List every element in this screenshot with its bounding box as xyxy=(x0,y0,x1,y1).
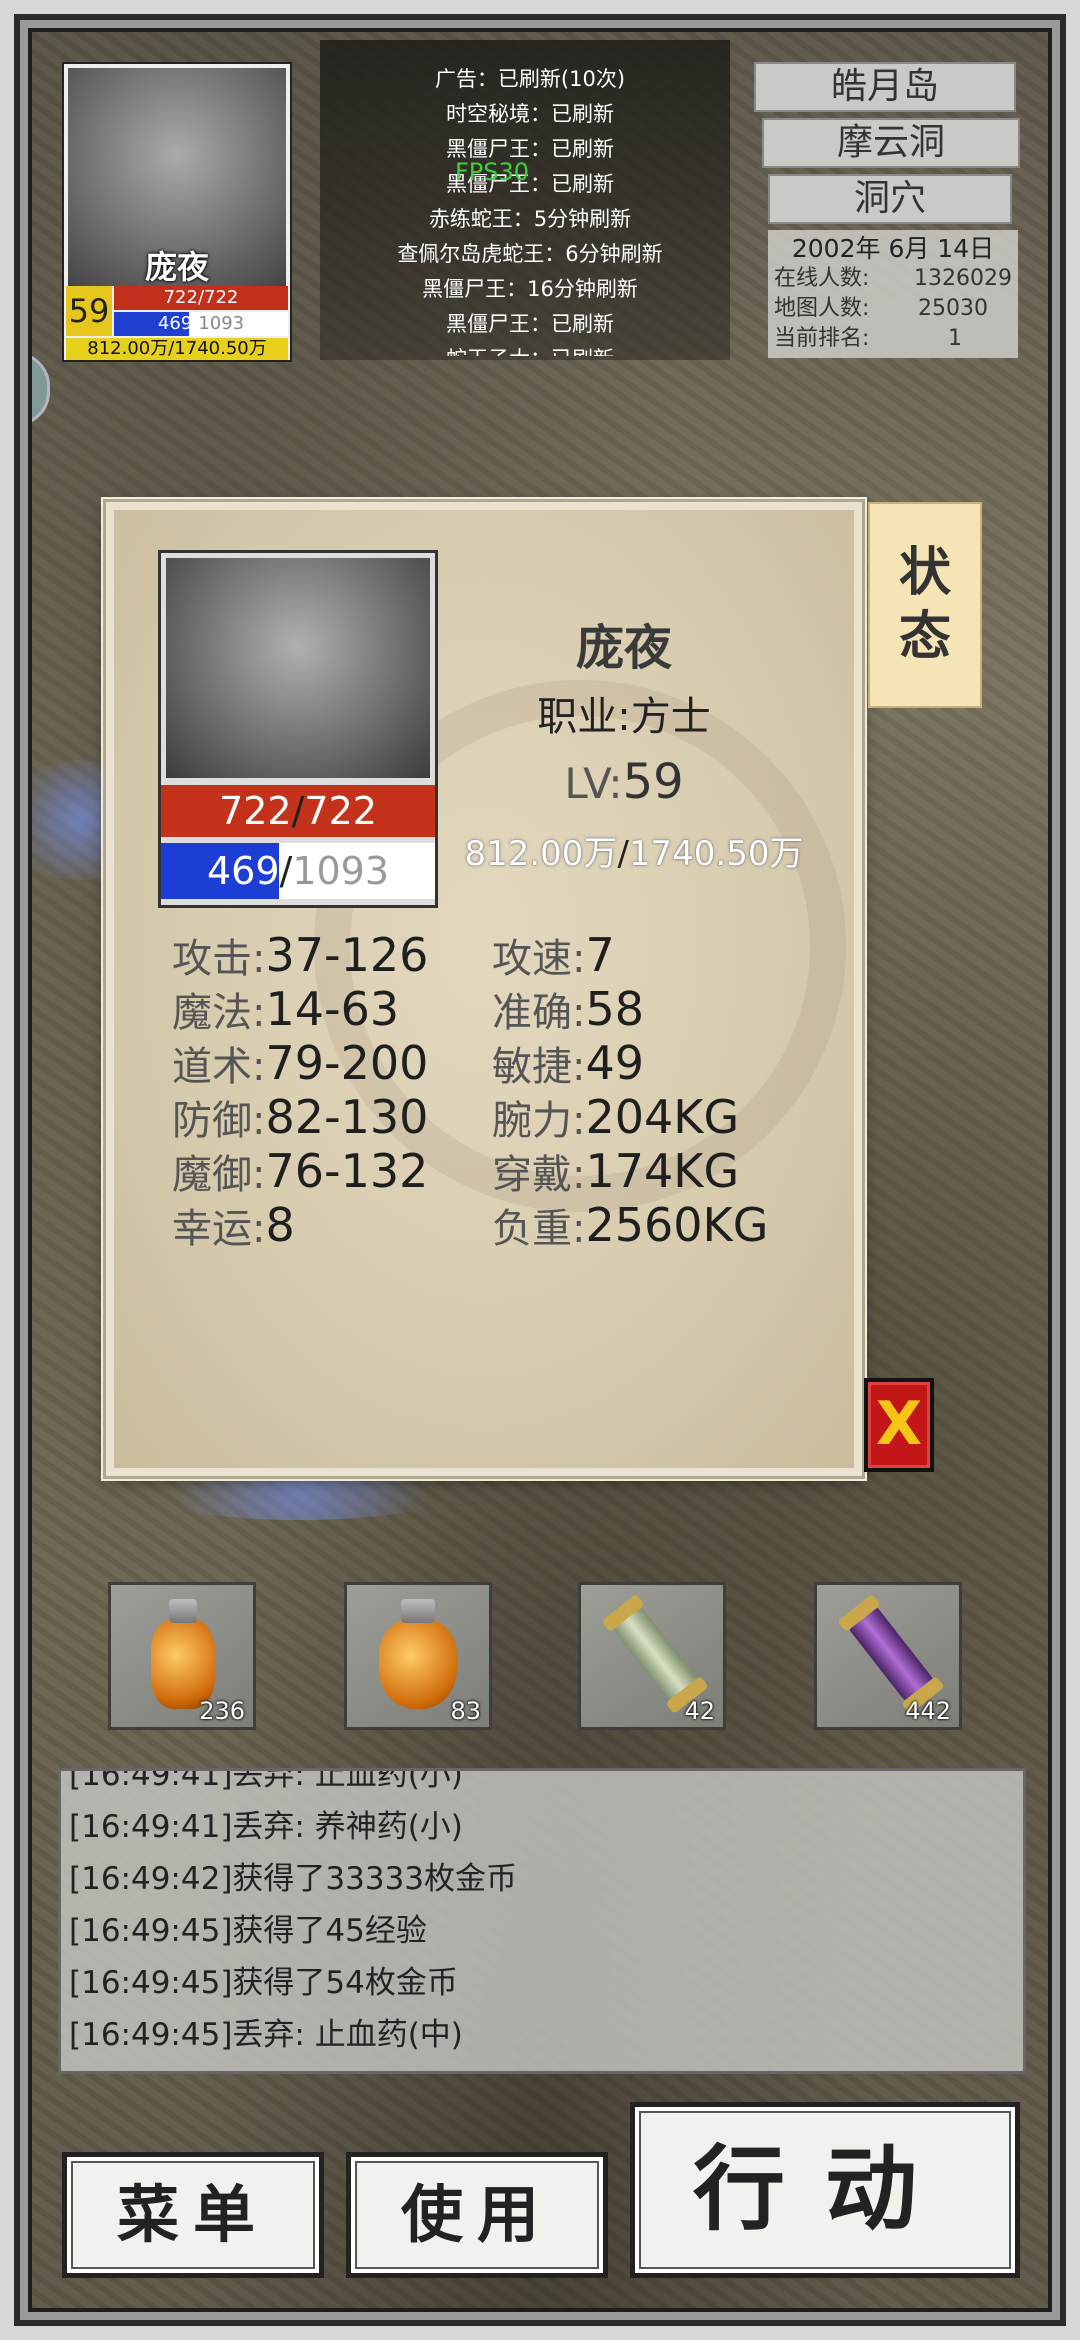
exp-max: 1740.50万 xyxy=(628,834,804,874)
log-line: [16:49:45]获得了54枚金币 xyxy=(69,1965,458,2001)
mp-bar: 469/1093 xyxy=(161,843,435,899)
online-value: 1326029 xyxy=(914,266,1012,291)
stat-row: 魔御: 76-132 穿戴: 174KG xyxy=(172,1144,812,1198)
item-slot[interactable]: 83 xyxy=(344,1582,492,1730)
stat-row: 道术: 79-200 敏捷: 49 xyxy=(172,1036,812,1090)
news-line: 黑僵尸王：已刷新 xyxy=(446,172,614,196)
online-label: 在线人数: xyxy=(774,266,870,291)
log-line: [16:49:41]丢弃: 止血药(小) xyxy=(69,1768,463,1793)
close-button[interactable]: X xyxy=(864,1378,934,1472)
stat-luck: 幸运: 8 xyxy=(172,1198,295,1252)
stat-magic-defense: 魔御: 76-132 xyxy=(172,1144,429,1198)
stat-attack-speed: 攻速: 7 xyxy=(492,928,615,982)
news-line: 广告：已刷新(10次) xyxy=(434,67,626,91)
item-count: 236 xyxy=(199,1697,245,1725)
server-info: 2002年 6月 14日 在线人数: 1326029 地图人数: 25030 当前排… xyxy=(768,230,1018,358)
news-line: 赤练蛇王：5分钟刷新 xyxy=(428,207,632,231)
log-line: [16:49:42]获得了33333枚金币 xyxy=(69,1861,518,1897)
message-log[interactable]: [16:49:41]丢弃: 止血药(小) [16:49:41]丢弃: 养神药(小… xyxy=(58,1768,1026,2074)
player-name: 庞夜 xyxy=(144,248,209,286)
action-button[interactable]: 行动 xyxy=(630,2102,1020,2278)
log-line: [16:49:41]丢弃: 养神药(小) xyxy=(69,1809,463,1845)
player-mp-bar: 469/1093 xyxy=(114,312,288,336)
character-level: LV:59 xyxy=(474,754,774,810)
tab-status-char: 状 xyxy=(898,543,951,603)
purple-scroll-icon xyxy=(842,1599,940,1709)
character-job: 职业:方士 xyxy=(537,694,711,740)
level-value: 59 xyxy=(622,754,684,810)
item-slot[interactable]: 442 xyxy=(814,1582,962,1730)
stat-row: 魔法: 14-63 准确: 58 xyxy=(172,982,812,1036)
item-slot[interactable]: 236 xyxy=(108,1582,256,1730)
large-potion-icon xyxy=(379,1599,457,1709)
log-line: [16:49:45]丢弃: 止血药(中) xyxy=(69,2017,463,2053)
green-scroll-icon xyxy=(606,1599,704,1709)
item-count: 42 xyxy=(684,1697,715,1725)
player-exp-bar: 812.00万/1740.50万 xyxy=(66,338,288,360)
exp-current: 812.00万 xyxy=(464,834,618,874)
player-mini-card[interactable]: 庞夜 59 722/722 469/1093 812.00万/1740.50万 xyxy=(62,62,292,362)
area-button[interactable]: 摩云洞 xyxy=(762,118,1020,168)
rank-value: 1 xyxy=(948,326,962,351)
stat-wrist-strength: 腕力: 204KG xyxy=(492,1090,740,1144)
stats-grid: 攻击: 37-126 攻速: 7 魔法: 14-63 准确: 58 道术: 79-200 … xyxy=(172,928,812,1252)
stat-taoism: 道术: 79-200 xyxy=(172,1036,429,1090)
level-label: LV: xyxy=(564,759,623,808)
stat-row: 攻击: 37-126 攻速: 7 xyxy=(172,928,812,982)
game-date: 2002年 6月 14日 xyxy=(791,234,995,263)
rank-label: 当前排名: xyxy=(774,326,870,351)
stat-defense: 防御: 82-130 xyxy=(172,1090,429,1144)
player-hp-bar: 722/722 xyxy=(114,286,288,310)
fps-counter: FPS30 xyxy=(455,158,530,186)
hp-bar: 722/722 xyxy=(161,785,435,837)
news-line: 黑僵尸王：已刷新 xyxy=(446,137,614,161)
character-portrait xyxy=(166,558,430,778)
stat-agility: 敏捷: 49 xyxy=(492,1036,645,1090)
map-label: 地图人数: xyxy=(774,296,870,321)
status-panel: 722/722 469/1093 庞夜 职业:方士 LV:59 812.00万/… xyxy=(106,502,862,1476)
stat-attack: 攻击: 37-126 xyxy=(172,928,429,982)
boss-refresh-news: 广告：已刷新(10次) 时空秘境：已刷新 黑僵尸王：已刷新 黑僵尸王：已刷新 赤… xyxy=(340,62,720,356)
item-count: 83 xyxy=(450,1697,481,1725)
stat-bag-weight: 负重: 2560KG xyxy=(492,1198,769,1252)
subarea-button[interactable]: 洞穴 xyxy=(768,174,1012,224)
hp-current: 722 xyxy=(219,789,292,833)
tab-status[interactable]: 状 态 xyxy=(868,502,982,708)
news-line: 蛇王子大：已刷新 xyxy=(340,342,720,356)
news-line: 查佩尔岛虎蛇王：6分钟刷新 xyxy=(397,242,663,266)
news-line: 黑僵尸王：已刷新 xyxy=(446,312,614,336)
mp-current: 469 xyxy=(206,849,280,893)
character-exp: 812.00万/1740.50万 xyxy=(464,834,804,874)
quick-item-bar: 236 83 42 442 xyxy=(108,1582,966,1732)
use-button[interactable]: 使用 xyxy=(346,2152,608,2278)
hp-max: 722 xyxy=(304,789,377,833)
news-line: 黑僵尸王：16分钟刷新 xyxy=(422,277,638,301)
character-name: 庞夜 xyxy=(575,620,672,676)
mp-max: 1093 xyxy=(198,313,245,334)
stat-accuracy: 准确: 58 xyxy=(492,982,645,1036)
log-line: [16:49:45]获得了45经验 xyxy=(69,1913,427,1949)
stat-magic: 魔法: 14-63 xyxy=(172,982,400,1036)
news-line: 时空秘境：已刷新 xyxy=(446,102,614,126)
stat-wear-weight: 穿戴: 174KG xyxy=(492,1144,740,1198)
menu-button[interactable]: 菜单 xyxy=(62,2152,324,2278)
item-count: 442 xyxy=(905,1697,951,1725)
location-panel: 皓月岛 摩云洞 洞穴 2002年 6月 14日 在线人数: 1326029 地图人… xyxy=(754,62,1020,358)
stat-row: 防御: 82-130 腕力: 204KG xyxy=(172,1090,812,1144)
mp-max: 1093 xyxy=(292,849,390,893)
player-level: 59 xyxy=(66,286,112,336)
map-value: 25030 xyxy=(918,296,988,321)
mp-current: 469 xyxy=(157,313,193,334)
tab-status-char: 态 xyxy=(898,607,951,667)
character-portrait-box: 722/722 469/1093 xyxy=(158,550,438,908)
region-button[interactable]: 皓月岛 xyxy=(754,62,1016,112)
stat-row: 幸运: 8 负重: 2560KG xyxy=(172,1198,812,1252)
small-potion-icon xyxy=(151,1599,215,1709)
item-slot[interactable]: 42 xyxy=(578,1582,726,1730)
